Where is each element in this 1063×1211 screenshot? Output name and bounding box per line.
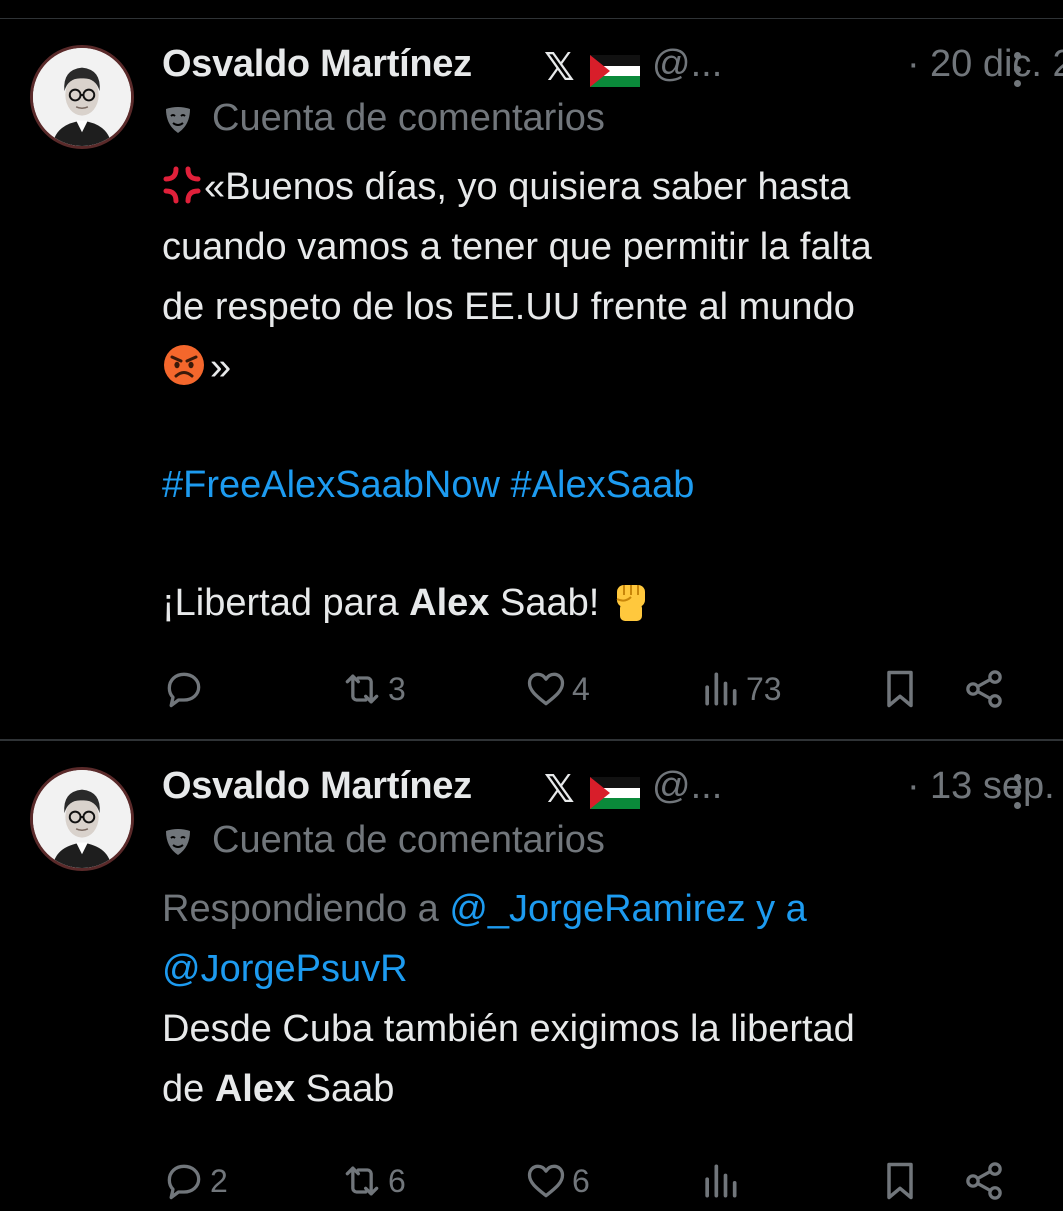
replying-to-line: @JorgePsuvR <box>162 939 1043 999</box>
like-count: 4 <box>572 670 590 707</box>
tweet-header: Osvaldo Martínez 𝕏 @... · 20 dic. 22 <box>162 43 1063 93</box>
share-icon <box>966 670 1002 708</box>
separator-dot: · <box>907 43 920 85</box>
author-name[interactable]: Osvaldo Martínez <box>162 765 472 808</box>
reply-icon <box>167 1164 201 1200</box>
hashtag-link[interactable]: #AlexSaab <box>511 464 695 506</box>
tweet-text: «Buenos días, yo quisiera saber hasta cu… <box>162 157 1043 633</box>
raised-fist-icon <box>616 585 646 621</box>
avatar-portrait-icon <box>33 770 131 868</box>
avatar-portrait-icon <box>33 48 131 146</box>
views-count: 73 <box>746 670 782 707</box>
tweet-text-bold: Alex <box>214 1068 296 1110</box>
tweet-text: Respondiendo a @_JorgeRamirez y a @Jorge… <box>162 879 1043 1119</box>
like-count: 6 <box>572 1162 590 1199</box>
retweet-count: 3 <box>388 670 406 707</box>
heart-icon <box>527 1164 565 1198</box>
more-options-icon[interactable] <box>1011 49 1023 89</box>
mention-link[interactable]: @_JorgeRamirez y a <box>449 888 806 930</box>
tweet-text-segment: ¡Libertad para <box>162 582 410 624</box>
avatar[interactable] <box>30 767 134 871</box>
tweet-text-line: Desde Cuba también exigimos la libertad <box>162 1008 855 1050</box>
author-name[interactable]: Osvaldo Martínez <box>162 43 472 86</box>
tweet-actions: 2 6 6 <box>162 1151 1033 1211</box>
tweet[interactable]: Osvaldo Martínez 𝕏 @... · 20 dic. 22 Cue… <box>0 19 1063 739</box>
palestine-flag-icon <box>590 55 640 87</box>
retweet-button[interactable]: 6 <box>340 1151 406 1211</box>
angry-face-icon <box>164 345 204 385</box>
anger-symbol-icon <box>163 166 201 204</box>
views-button[interactable] <box>698 1151 746 1211</box>
tweet-text-line: » <box>162 337 1043 397</box>
tweet[interactable]: Osvaldo Martínez 𝕏 @... · 13 sep. 21 Cue… <box>0 741 1063 1200</box>
views-chart-icon <box>705 1164 737 1198</box>
tweet-text-segment: de <box>162 1068 215 1110</box>
tweet-actions: 3 4 73 <box>162 659 1033 719</box>
share-icon <box>966 1162 1002 1200</box>
x-badge-icon: 𝕏 <box>544 769 575 811</box>
bookmark-icon <box>887 670 913 708</box>
separator-dot: · <box>907 765 920 807</box>
hashtag-link[interactable]: #FreeAlexSaabNow <box>162 464 500 506</box>
tweet-text-bold: Alex <box>409 582 490 624</box>
reply-button[interactable] <box>162 659 210 719</box>
like-button[interactable]: 6 <box>524 1151 590 1211</box>
author-handle[interactable]: @... <box>652 765 722 808</box>
theater-mask-icon <box>166 107 190 133</box>
replying-to-label: Respondiendo a <box>162 888 450 930</box>
tweet-text-line: de Alex Saab <box>162 1059 1043 1119</box>
heart-icon <box>527 672 565 706</box>
more-options-icon[interactable] <box>1011 771 1023 811</box>
account-label-text: Cuenta de comentarios <box>212 819 605 861</box>
reply-button[interactable]: 2 <box>162 1151 228 1211</box>
palestine-flag-icon <box>590 777 640 809</box>
bookmark-icon <box>887 1162 913 1200</box>
tweet-date[interactable]: 20 dic. 22 <box>930 43 1063 86</box>
tweet-text-segment: » <box>210 346 232 388</box>
tweet-text-line: de respeto de los EE.UU frente al mundo <box>162 286 855 328</box>
views-button[interactable]: 73 <box>698 659 782 719</box>
tweet-text-segment: Saab <box>295 1068 395 1110</box>
x-badge-icon: 𝕏 <box>544 47 575 89</box>
author-handle[interactable]: @... <box>652 43 722 86</box>
hashtag-line: #FreeAlexSaabNow #AlexSaab <box>162 455 1043 515</box>
replying-to-line: Respondiendo a @_JorgeRamirez y a <box>162 879 1043 939</box>
tweet-date[interactable]: 13 sep. 21 <box>930 765 1063 808</box>
share-button[interactable] <box>962 1151 1006 1211</box>
tweet-text-line: ¡Libertad para Alex Saab! <box>162 573 1043 633</box>
retweet-icon <box>345 674 379 704</box>
tweet-header: Osvaldo Martínez 𝕏 @... · 13 sep. 21 <box>162 765 1063 815</box>
tweet-text-line: «Buenos días, yo quisiera saber hasta <box>162 157 1043 217</box>
tweet-text-segment: Saab! <box>489 582 600 624</box>
reply-count: 2 <box>210 1162 228 1199</box>
avatar[interactable] <box>30 45 134 149</box>
tweet-text-line: cuando vamos a tener que permitir la fal… <box>162 226 872 268</box>
like-button[interactable]: 4 <box>524 659 590 719</box>
bookmark-button[interactable] <box>878 1151 922 1211</box>
bookmark-button[interactable] <box>878 659 922 719</box>
account-label-text: Cuenta de comentarios <box>212 97 605 139</box>
share-button[interactable] <box>962 659 1006 719</box>
views-chart-icon <box>705 672 737 706</box>
mention-link[interactable]: @JorgePsuvR <box>162 948 408 990</box>
tweet-text-segment: «Buenos días, yo quisiera saber hasta <box>204 166 851 208</box>
retweet-icon <box>345 1166 379 1196</box>
retweet-count: 6 <box>388 1162 406 1199</box>
theater-mask-icon <box>166 829 190 855</box>
retweet-button[interactable]: 3 <box>340 659 406 719</box>
reply-icon <box>167 672 201 708</box>
